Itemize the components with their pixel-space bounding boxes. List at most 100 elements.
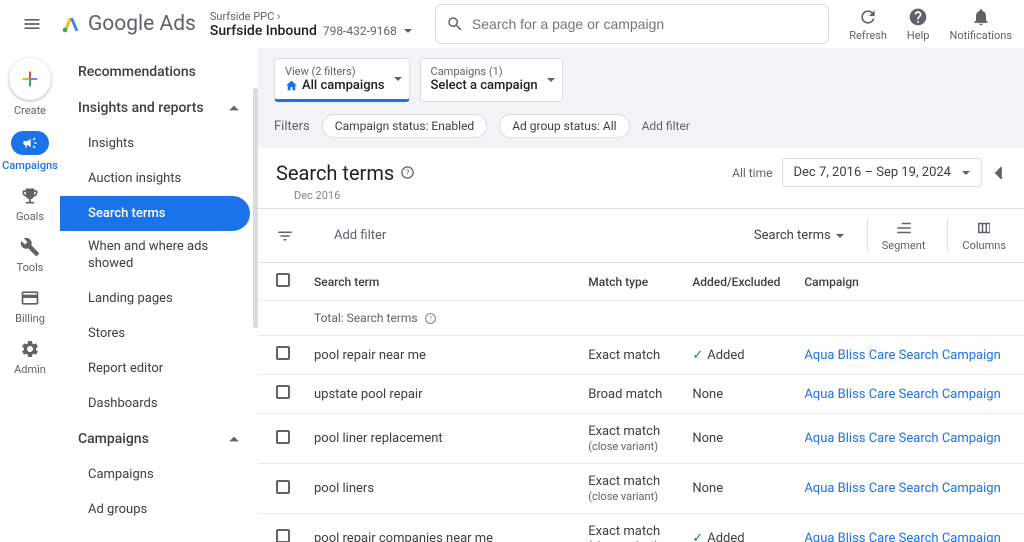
col-added-excluded[interactable]: Added/Excluded <box>680 263 792 301</box>
nav-stores[interactable]: Stores <box>60 316 250 351</box>
caret-down-icon <box>835 231 845 241</box>
col-ad-group[interactable]: Ad group <box>1013 263 1024 301</box>
columns-button[interactable]: Columns <box>947 219 1006 252</box>
cell-search-term: upstate pool repair <box>302 375 576 414</box>
caret-down-icon <box>546 75 556 85</box>
breadcrumb-account: Surfside Inbound <box>210 23 317 39</box>
cell-added-excluded: None <box>680 464 792 514</box>
rail-billing[interactable]: Billing <box>15 288 45 325</box>
caret-down-icon <box>393 74 403 84</box>
megaphone-icon <box>22 135 38 151</box>
col-search-term[interactable]: Search term <box>302 263 576 301</box>
view-selector[interactable]: View (2 filters) All campaigns <box>274 58 410 102</box>
row-checkbox[interactable] <box>276 385 290 399</box>
rail-goals[interactable]: Goals <box>16 186 44 223</box>
nav-insights-reports[interactable]: Insights and reports <box>60 90 258 126</box>
cell-campaign-link[interactable]: Aqua Bliss Care Search Campaign <box>792 464 1012 514</box>
breadcrumb-parent: Surfside PPC <box>210 10 274 23</box>
cell-adgroup-link[interactable]: Pool Liner Replacement <box>1013 414 1024 464</box>
home-icon <box>285 79 298 92</box>
plus-icon <box>19 68 41 90</box>
row-checkbox[interactable] <box>276 480 290 494</box>
help-button[interactable]: Help <box>907 7 930 42</box>
cell-search-term: pool repair near me <box>302 336 576 375</box>
table-row: pool repair near me Exact match ✓Added A… <box>258 336 1024 375</box>
cell-adgroup-link[interactable]: Pool Liner Replacement <box>1013 464 1024 514</box>
filter-chip-adgroup-status[interactable]: Ad group status: All <box>499 114 629 138</box>
cell-match-type: Exact match(close variant) <box>576 464 680 514</box>
nav-search-terms[interactable]: Search terms <box>60 196 250 231</box>
col-match-type[interactable]: Match type <box>576 263 680 301</box>
caret-down-icon <box>403 26 413 36</box>
nav-dashboards[interactable]: Dashboards <box>60 386 250 421</box>
nav-recommendations[interactable]: Recommendations <box>60 54 258 90</box>
rail-admin[interactable]: Admin <box>14 339 46 376</box>
logo-text: Google Ads <box>88 12 196 36</box>
help-icon[interactable]: ? <box>400 165 415 180</box>
select-all-checkbox[interactable] <box>276 273 290 287</box>
filter-icon-button[interactable] <box>276 227 294 245</box>
row-checkbox[interactable] <box>276 346 290 360</box>
nav-report-editor[interactable]: Report editor <box>60 351 250 386</box>
hamburger-menu[interactable] <box>12 4 52 44</box>
search-terms-table: Search term Match type Added/Excluded Ca… <box>258 263 1024 542</box>
filter-chip-campaign-status[interactable]: Campaign status: Enabled <box>322 114 487 138</box>
chart-start-label: Dec 2016 <box>258 189 1024 208</box>
cell-search-term: pool repair companies near me <box>302 513 576 542</box>
nav-campaigns-group[interactable]: Campaigns <box>60 421 258 457</box>
nav-when-where[interactable]: When and where ads showed <box>60 231 250 281</box>
columns-icon <box>975 219 993 237</box>
nav-auction-insights[interactable]: Auction insights <box>60 161 250 196</box>
caret-down-icon <box>961 168 971 178</box>
wrench-icon <box>20 237 40 257</box>
search-input[interactable] <box>472 16 818 32</box>
refresh-button[interactable]: Refresh <box>849 7 887 42</box>
help-icon[interactable]: ? <box>424 312 437 325</box>
nav-campaigns-item[interactable]: Campaigns <box>60 457 250 492</box>
cell-added-excluded: ✓Added <box>680 513 792 542</box>
date-range-button[interactable]: Dec 7, 2016 – Sep 19, 2024 <box>782 158 982 187</box>
row-checkbox[interactable] <box>276 430 290 444</box>
breadcrumb[interactable]: Surfside PPC › Surfside Inbound 798-432-… <box>210 10 413 39</box>
search-box[interactable] <box>435 4 829 44</box>
refresh-icon <box>858 7 878 27</box>
table-add-filter[interactable]: Add filter <box>334 228 386 243</box>
rail-tools[interactable]: Tools <box>17 237 44 274</box>
table-row: pool liners Exact match(close variant) N… <box>258 464 1024 514</box>
nav-landing-pages[interactable]: Landing pages <box>60 281 250 316</box>
nav-ad-groups[interactable]: Ad groups <box>60 492 250 527</box>
row-checkbox[interactable] <box>276 529 290 542</box>
cell-campaign-link[interactable]: Aqua Bliss Care Search Campaign <box>792 513 1012 542</box>
nav-insights[interactable]: Insights <box>60 126 250 161</box>
cell-adgroup-link[interactable]: Pool Repair <box>1013 513 1024 542</box>
chevron-up-icon <box>228 433 240 445</box>
col-campaign[interactable]: Campaign <box>792 263 1012 301</box>
funnel-icon <box>276 227 294 245</box>
filters-label: Filters <box>274 119 310 134</box>
add-filter-link[interactable]: Add filter <box>642 119 690 133</box>
notifications-button[interactable]: Notifications <box>949 7 1012 42</box>
svg-text:?: ? <box>406 168 410 177</box>
cell-adgroup-link[interactable]: Pool Repair <box>1013 336 1024 375</box>
search-terms-dropdown[interactable]: Search terms <box>754 228 845 243</box>
cell-match-type: Broad match <box>576 375 680 414</box>
rail-campaigns[interactable]: Campaigns <box>2 131 58 172</box>
breadcrumb-id: 798-432-9168 <box>323 24 397 38</box>
cell-campaign-link[interactable]: Aqua Bliss Care Search Campaign <box>792 414 1012 464</box>
campaign-selector[interactable]: Campaigns (1) Select a campaign <box>420 58 563 102</box>
segment-button[interactable]: Segment <box>867 219 926 252</box>
table-row: pool liner replacement Exact match(close… <box>258 414 1024 464</box>
cell-match-type: Exact match(close variant) <box>576 414 680 464</box>
cell-adgroup-link[interactable]: Pool Repair <box>1013 375 1024 414</box>
cell-campaign-link[interactable]: Aqua Bliss Care Search Campaign <box>792 336 1012 375</box>
page-title: Search terms ? <box>276 161 415 185</box>
cell-added-excluded: None <box>680 414 792 464</box>
rail-create[interactable]: Create <box>9 58 51 117</box>
help-icon <box>908 7 928 27</box>
cell-match-type: Exact match <box>576 336 680 375</box>
search-icon <box>446 15 464 33</box>
cell-match-type: Exact match(close variant) <box>576 513 680 542</box>
cell-campaign-link[interactable]: Aqua Bliss Care Search Campaign <box>792 375 1012 414</box>
chevron-left-icon[interactable] <box>992 166 1006 180</box>
total-row: Total: Search terms ? <box>258 301 1024 336</box>
